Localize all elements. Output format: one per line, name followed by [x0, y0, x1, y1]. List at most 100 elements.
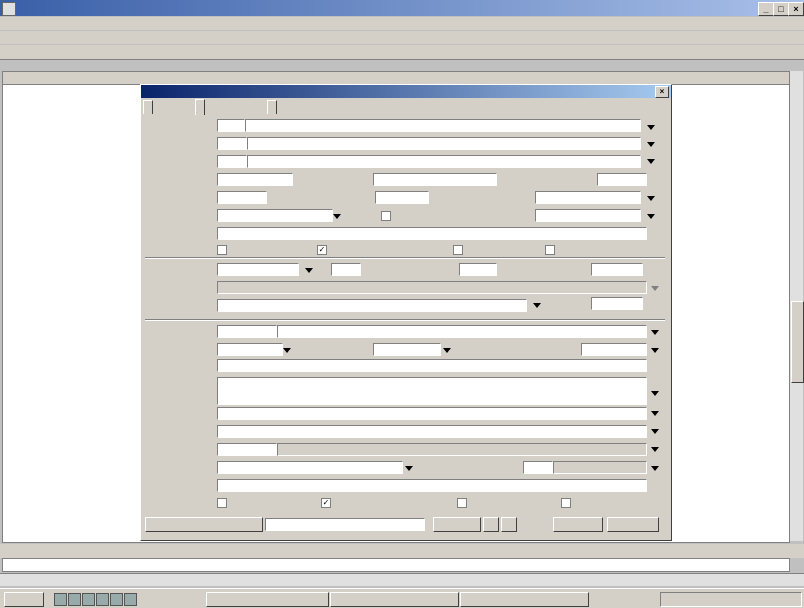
ok-button[interactable] [553, 517, 603, 532]
dropdown-arrow-icon[interactable] [305, 268, 313, 273]
field[interactable] [591, 263, 643, 276]
field[interactable] [217, 173, 293, 186]
checkbox[interactable] [381, 211, 391, 221]
system-tray [660, 592, 802, 607]
dropdown-arrow-icon[interactable] [647, 142, 655, 147]
cancel-button[interactable] [607, 517, 659, 532]
field[interactable] [217, 209, 333, 222]
dropdown-arrow-icon[interactable] [405, 466, 413, 471]
tab-general[interactable] [143, 100, 153, 114]
close-button[interactable]: × [788, 2, 804, 16]
field[interactable] [217, 263, 299, 276]
field[interactable] [373, 173, 497, 186]
field[interactable] [277, 325, 647, 338]
dropdown-arrow-icon[interactable] [647, 125, 655, 130]
field[interactable] [217, 155, 247, 168]
checkbox[interactable] [217, 245, 227, 255]
field[interactable] [217, 443, 277, 456]
field[interactable] [217, 299, 527, 312]
save-button[interactable] [433, 517, 481, 532]
field[interactable] [245, 119, 641, 132]
field[interactable] [217, 359, 647, 372]
dropdown-arrow-icon [651, 286, 659, 291]
checkbox[interactable] [217, 498, 227, 508]
minimize-button[interactable]: _ [758, 2, 774, 16]
dropdown-arrow-icon[interactable] [651, 411, 659, 416]
scroll-thumb[interactable] [791, 301, 804, 383]
field[interactable] [217, 479, 647, 492]
bottom-input[interactable] [2, 558, 790, 572]
dialog-titlebar: × [141, 85, 671, 98]
bottom-panel-header [0, 544, 804, 558]
field[interactable] [217, 425, 647, 438]
field[interactable] [217, 227, 647, 240]
field [277, 443, 647, 456]
field [217, 281, 647, 294]
field[interactable] [247, 137, 641, 150]
field[interactable] [331, 263, 361, 276]
checkbox[interactable] [561, 498, 571, 508]
quicklaunch-icon[interactable] [68, 593, 81, 606]
task-button-active[interactable] [460, 592, 589, 607]
dropdown-arrow-icon[interactable] [651, 447, 659, 452]
dropdown-arrow-icon[interactable] [651, 466, 659, 471]
field[interactable] [217, 137, 247, 150]
horizontal-scrollbar[interactable] [0, 573, 804, 586]
quicklaunch-icon[interactable] [82, 593, 95, 606]
checkbox[interactable]: ✓ [317, 245, 327, 255]
dropdown-arrow-icon[interactable] [647, 159, 655, 164]
checkbox[interactable] [453, 245, 463, 255]
dropdown-arrow-icon[interactable] [651, 429, 659, 434]
field[interactable] [591, 297, 643, 310]
field[interactable] [217, 191, 267, 204]
field[interactable] [217, 325, 277, 338]
dropdown-arrow-icon[interactable] [283, 348, 291, 353]
field[interactable] [535, 191, 641, 204]
dropdown-arrow-icon[interactable] [333, 214, 341, 219]
field[interactable] [217, 407, 647, 420]
quicklaunch-icon[interactable] [110, 593, 123, 606]
field[interactable] [247, 155, 641, 168]
field[interactable] [523, 461, 553, 474]
field[interactable] [217, 343, 283, 356]
main-titlebar: _ □ × [0, 0, 804, 16]
dropdown-arrow-icon[interactable] [533, 303, 541, 308]
prev-button[interactable] [483, 517, 499, 532]
extra-button[interactable] [145, 517, 263, 532]
quicklaunch-icon[interactable] [54, 593, 67, 606]
tab-other[interactable] [267, 100, 277, 114]
dialog-close-button[interactable]: × [655, 86, 669, 98]
subtoolbar [0, 45, 804, 60]
separator [145, 319, 665, 321]
next-button[interactable] [501, 517, 517, 532]
status-field [265, 518, 425, 531]
checkbox[interactable] [457, 498, 467, 508]
field[interactable] [373, 343, 441, 356]
field[interactable] [217, 461, 403, 474]
dropdown-arrow-icon[interactable] [651, 330, 659, 335]
field[interactable] [597, 173, 647, 186]
field[interactable] [581, 343, 647, 356]
dropdown-arrow-icon[interactable] [443, 348, 451, 353]
quicklaunch-icon[interactable] [96, 593, 109, 606]
start-button[interactable] [4, 592, 44, 607]
toolbar [0, 31, 804, 44]
field[interactable] [375, 191, 429, 204]
dropdown-arrow-icon[interactable] [651, 391, 659, 396]
tab-active[interactable] [195, 99, 205, 115]
field[interactable] [535, 209, 641, 222]
maximize-button[interactable]: □ [773, 2, 789, 16]
field[interactable] [459, 263, 497, 276]
grid-vertical-scrollbar[interactable] [789, 71, 804, 541]
dropdown-arrow-icon[interactable] [647, 196, 655, 201]
checkbox[interactable]: ✓ [321, 498, 331, 508]
dropdown-arrow-icon[interactable] [647, 214, 655, 219]
quicklaunch-icon[interactable] [124, 593, 137, 606]
code-field[interactable] [217, 119, 245, 132]
task-button[interactable] [330, 592, 459, 607]
separator [145, 257, 665, 259]
task-button[interactable] [206, 592, 329, 607]
dropdown-arrow-icon[interactable] [651, 348, 659, 353]
checkbox[interactable] [545, 245, 555, 255]
field[interactable] [217, 377, 647, 405]
